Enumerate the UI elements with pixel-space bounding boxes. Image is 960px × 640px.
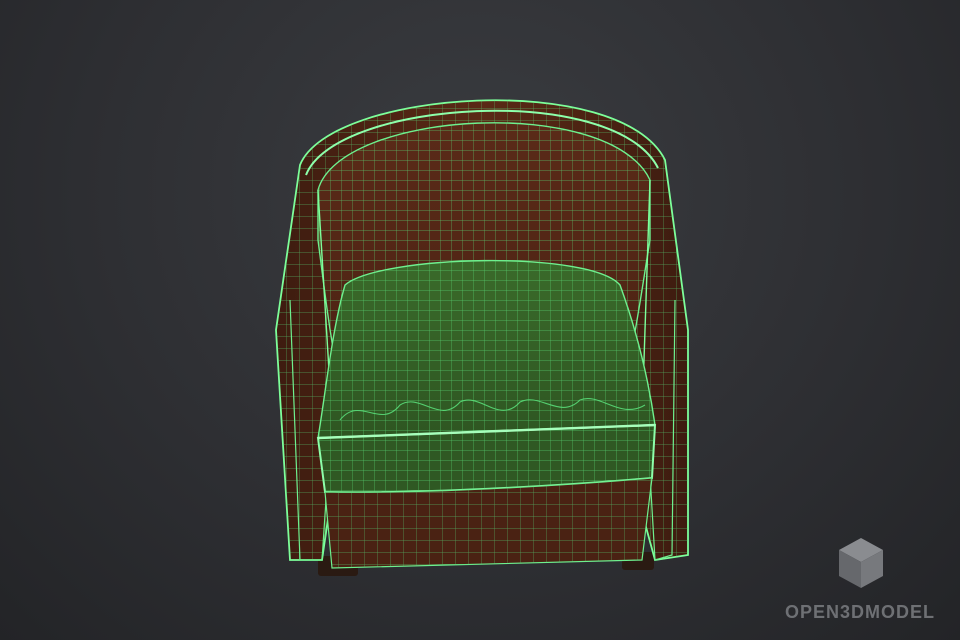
- cube-icon: [839, 538, 883, 588]
- seat-cushion: [316, 259, 657, 494]
- watermark-text: OPEN3DMODEL: [784, 602, 936, 622]
- watermark: OPEN3DMODEL: [770, 536, 950, 626]
